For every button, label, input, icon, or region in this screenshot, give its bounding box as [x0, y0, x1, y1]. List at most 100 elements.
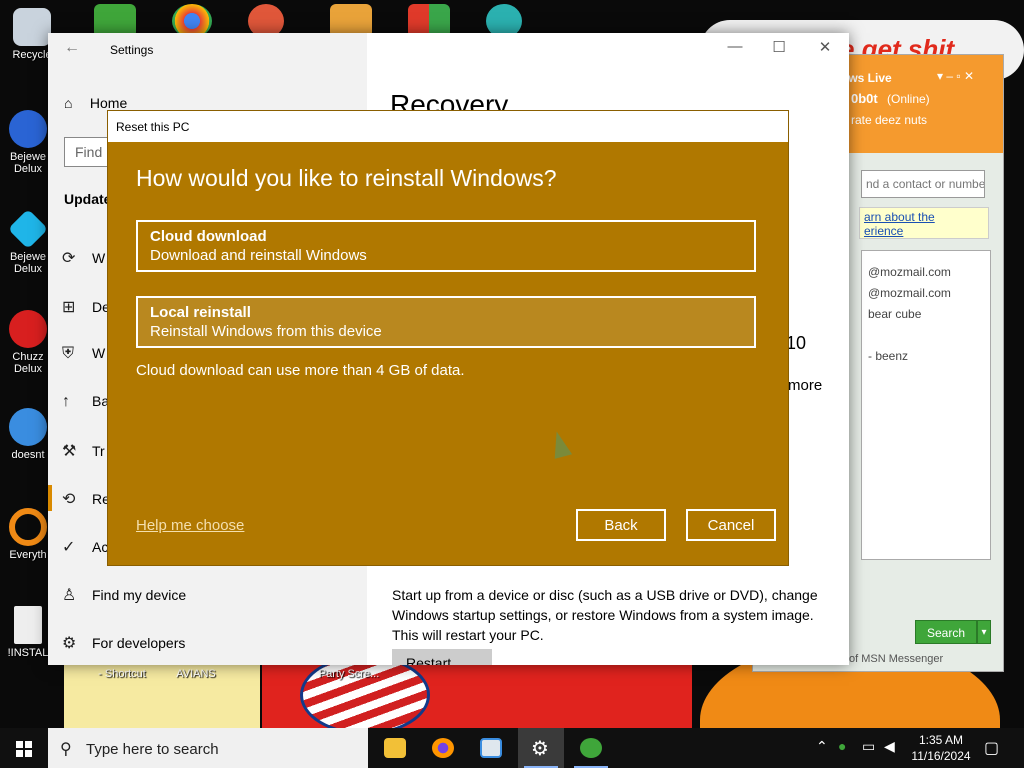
wallpaper-flag-circle [300, 655, 430, 728]
learn-more-fragment[interactable]: more [788, 377, 822, 394]
sidebar-section-heading: Update [64, 191, 112, 207]
file-explorer-icon [384, 738, 406, 758]
option-title: Local reinstall [150, 304, 251, 321]
delivery-icon: ⊞ [62, 299, 76, 316]
reset-pc-dialog: Reset this PC How would you like to rein… [107, 110, 789, 566]
tray-chevron-icon[interactable]: ⌃ [816, 738, 828, 755]
mouse-cursor-icon [547, 429, 573, 459]
activation-icon: ✓ [62, 539, 76, 556]
sidebar-item-for-developers[interactable]: ⚙ For developers [62, 633, 185, 653]
news-icon [480, 738, 502, 758]
desktop-icon-label: Bejewe Delux [9, 151, 47, 175]
contact-item[interactable]: - beenz [868, 349, 908, 363]
taskbar-firefox[interactable] [420, 728, 466, 768]
taskbar-messenger[interactable] [568, 728, 614, 768]
minimize-button[interactable]: — [720, 38, 750, 55]
home-icon: ⌂ [64, 95, 73, 111]
windows-logo-icon [16, 741, 32, 757]
clock-date: 11/16/2024 [911, 749, 971, 763]
local-reinstall-option[interactable]: Local reinstall Reinstall Windows from t… [136, 296, 756, 348]
home-label: Home [89, 95, 128, 111]
sidebar-item-home[interactable]: ⌂ Home [64, 95, 127, 111]
firefox-icon [432, 738, 454, 758]
taskbar: ⚲ Type here to search ⚙ ⌃ ● ▭ ◀ 1:35 AM 1… [0, 728, 1024, 768]
selected-indicator [48, 485, 52, 511]
person-pin-icon: ♙ [62, 587, 77, 604]
desktop-icon-label: Everyth [9, 549, 47, 561]
sidebar-item-windows-security[interactable]: ⛨ W [62, 345, 105, 363]
back-arrow-icon[interactable]: ← [64, 39, 80, 57]
network-icon[interactable]: ▭ [862, 738, 875, 755]
sidebar-item-windows-update[interactable]: ⟳ W [62, 248, 105, 268]
messenger-status[interactable]: (Online) [887, 92, 930, 106]
sidebar-item-activation[interactable]: ✓ Ac [62, 537, 108, 557]
dialog-title: Reset this PC [108, 111, 788, 142]
messenger-window-controls[interactable]: ▾ ‒ ▫ ✕ [937, 69, 974, 83]
desktop-icon-label: !INSTAL [7, 647, 49, 659]
close-button[interactable]: ✕ [810, 38, 840, 56]
tip-line-2[interactable]: erience [864, 224, 903, 238]
blue-orb-icon [9, 408, 47, 446]
tray-messenger-icon[interactable]: ● [838, 738, 846, 754]
sidebar-item-label: W [92, 345, 106, 361]
contact-item[interactable]: @mozmail.com [868, 265, 951, 279]
messenger-username[interactable]: 0b0t [851, 91, 878, 106]
sidebar-item-recovery[interactable]: ⟲ Re [62, 489, 110, 509]
search-icon: ⚲ [60, 741, 72, 758]
volume-icon[interactable]: ◀ [884, 738, 895, 755]
version-fragment: 10 [786, 333, 807, 353]
sidebar-item-backup[interactable]: ↑ Ba [62, 393, 109, 411]
back-button[interactable]: Back [576, 509, 666, 541]
cloud-download-option[interactable]: Cloud download Download and reinstall Wi… [136, 220, 756, 272]
messenger-tip-link[interactable]: arn about the erience [859, 207, 989, 239]
messenger-icon [580, 738, 602, 758]
taskbar-clock[interactable]: 1:35 AM 11/16/2024 [905, 732, 977, 764]
maximize-button[interactable]: ☐ [764, 38, 794, 56]
messenger-search-button[interactable]: Search [915, 620, 977, 644]
cancel-button[interactable]: Cancel [686, 509, 776, 541]
messenger-footer: of MSN Messenger [849, 653, 944, 665]
option-title: Cloud download [150, 228, 267, 245]
chuzzle-icon [9, 310, 47, 348]
recycle-bin-icon [13, 8, 51, 46]
messenger-personal-message[interactable]: rate deez nuts [851, 113, 927, 127]
desktop-label-shortcut[interactable]: - Shortcut [92, 668, 152, 680]
messenger-contact-search[interactable]: nd a contact or numbe [861, 170, 985, 198]
sidebar-item-label: For developers [92, 635, 186, 651]
desktop-label-party-screen[interactable]: Party Scre... [316, 668, 382, 680]
advanced-startup-description: Start up from a device or disc (such as … [392, 587, 818, 643]
wrench-icon: ⚒ [62, 443, 77, 460]
start-button[interactable] [0, 728, 48, 768]
messenger-contact-list: @mozmail.com @mozmail.com bear cube - be… [861, 250, 991, 560]
sidebar-item-label: Ac [92, 539, 109, 555]
restart-now-button[interactable]: Restart now [392, 649, 492, 665]
shield-icon: ⛨ [62, 345, 75, 362]
dialog-heading: How would you like to reinstall Windows? [136, 165, 557, 191]
backup-icon: ↑ [62, 393, 70, 410]
diamond-icon [7, 208, 49, 250]
sync-icon: ⟳ [62, 250, 76, 267]
taskbar-settings[interactable]: ⚙ [518, 728, 564, 768]
search-magnifier-icon [9, 508, 47, 546]
help-me-choose-link[interactable]: Help me choose [136, 517, 244, 534]
desktop-icon-label: Chuzz Delux [12, 351, 44, 375]
contact-item[interactable]: @mozmail.com [868, 286, 951, 300]
taskbar-search-box[interactable]: ⚲ Type here to search [48, 728, 368, 768]
desktop-icon-label: Recycle [12, 49, 52, 61]
desktop-label-avians[interactable]: AVIANS [166, 668, 226, 680]
taskbar-file-explorer[interactable] [372, 728, 418, 768]
sidebar-item-delivery-optimization[interactable]: ⊞ De [62, 297, 110, 317]
sidebar-item-label: Tr [92, 443, 105, 459]
messenger-search-dropdown[interactable]: ▾ [977, 620, 991, 644]
option-description: Download and reinstall Windows [150, 247, 367, 264]
notification-icon[interactable]: ▢ [984, 738, 999, 758]
contact-item[interactable]: bear cube [868, 307, 921, 321]
sidebar-item-troubleshoot[interactable]: ⚒ Tr [62, 441, 105, 461]
tip-line-1[interactable]: arn about the [864, 210, 935, 224]
desktop-icon-label: doesnt [11, 449, 45, 461]
sidebar-item-find-my-device[interactable]: ♙ Find my device [62, 585, 186, 605]
bejeweled-icon [9, 110, 47, 148]
recovery-icon: ⟲ [62, 491, 76, 508]
taskbar-news[interactable] [468, 728, 514, 768]
developer-icon: ⚙ [62, 635, 77, 652]
